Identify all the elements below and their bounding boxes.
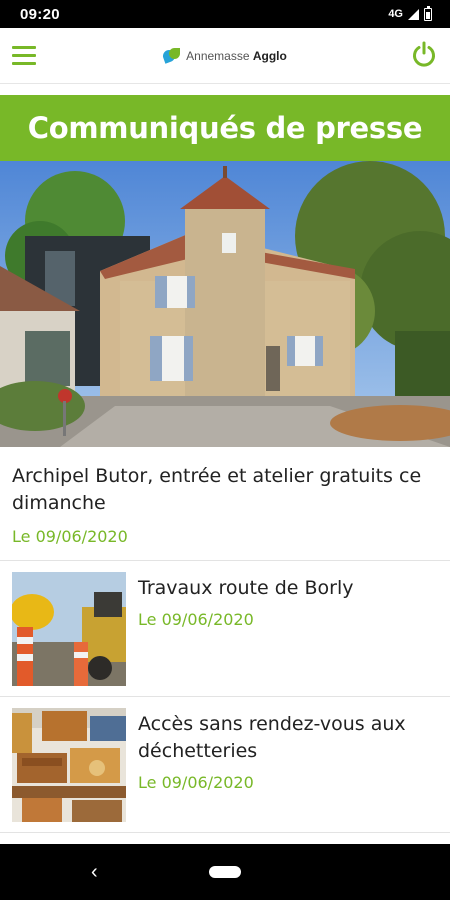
list-item[interactable]: Accès sans rendez-vous aux déchetteries …	[0, 697, 450, 833]
featured-article-date: Le 09/06/2020	[12, 527, 128, 546]
logo-text-bold: Agglo	[252, 48, 287, 63]
page-title: Communiqués de presse	[27, 111, 423, 145]
article-thumbnail	[12, 708, 126, 822]
menu-button[interactable]	[12, 42, 38, 68]
hamburger-icon	[12, 45, 36, 49]
network-type: 4G	[388, 8, 403, 20]
power-icon[interactable]	[410, 40, 438, 68]
article-date: Le 09/06/2020	[138, 610, 254, 629]
page-title-banner: Communiqués de presse	[0, 95, 450, 161]
article-thumbnail	[12, 572, 126, 686]
featured-article-title: Archipel Butor, entrée et atelier gratui…	[12, 465, 422, 514]
signal-icon	[408, 8, 419, 20]
featured-image[interactable]	[0, 161, 450, 447]
back-chevron-icon[interactable]: ‹	[91, 861, 98, 884]
system-navigation-bar: ‹	[0, 844, 450, 900]
article-title: Accès sans rendez-vous aux déchetteries	[138, 713, 406, 762]
status-icons: 4G	[388, 5, 432, 21]
app-header: Annemasse Agglo	[0, 28, 450, 84]
status-bar: 09:20 4G	[0, 0, 450, 28]
app-logo: Annemasse Agglo	[161, 47, 287, 64]
logo-mark-icon	[161, 47, 181, 64]
featured-photo	[0, 161, 450, 447]
article-title: Travaux route de Borly	[138, 577, 354, 599]
list-item[interactable]: Travaux route de Borly Le 09/06/2020	[0, 561, 450, 697]
article-date: Le 09/06/2020	[138, 773, 254, 792]
featured-article[interactable]: Archipel Butor, entrée et atelier gratui…	[0, 447, 450, 561]
logo-text-light: Annemasse	[186, 48, 250, 63]
home-pill-icon[interactable]	[209, 866, 241, 878]
status-time: 09:20	[20, 5, 60, 23]
battery-icon	[424, 5, 432, 21]
